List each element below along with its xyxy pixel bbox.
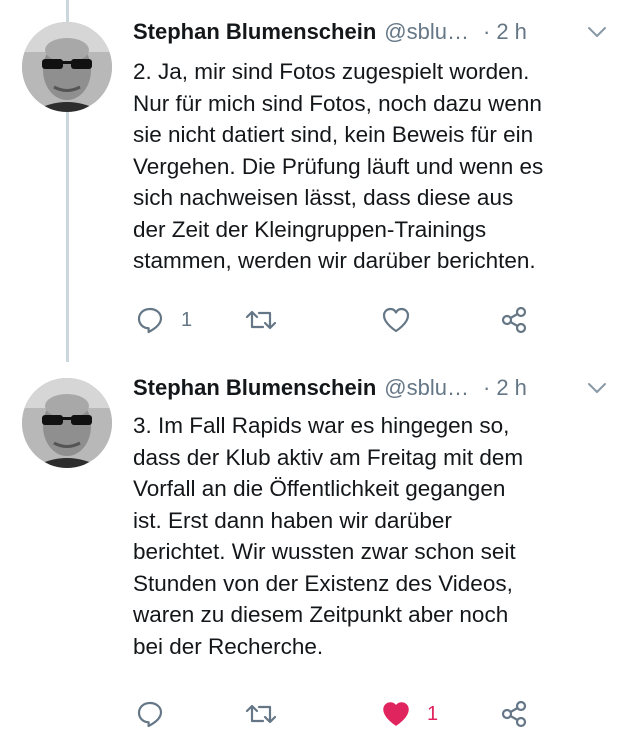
avatar[interactable] — [22, 22, 112, 112]
tweet-text: 3. Im Fall Rapids war es hingegen so, da… — [133, 410, 613, 662]
separator-dot: · — [482, 375, 491, 400]
chevron-down-icon — [588, 383, 606, 393]
reply-button[interactable] — [135, 696, 181, 732]
author-name[interactable]: Stephan Blumenschein — [133, 14, 376, 50]
tweet-text-line: 2. Ja, mir sind Fotos zugespielt worden. — [133, 59, 530, 84]
tweet-text-line: der Zeit der Kleingruppen-Trainings — [133, 216, 487, 242]
tweet-text-line: Nur für mich sind Fotos, noch dazu wenn — [133, 90, 542, 116]
share-button[interactable] — [499, 302, 529, 338]
like-count: 1 — [427, 702, 439, 725]
avatar-photo-icon — [22, 378, 112, 468]
author-handle[interactable]: @sblu… — [384, 370, 469, 406]
like-button[interactable]: 1 — [381, 696, 438, 732]
tweet-text-line: Stunden von der Existenz des Videos, — [133, 570, 513, 596]
author-handle[interactable]: @sblu… — [384, 14, 469, 50]
avatar[interactable] — [22, 378, 112, 468]
retweet-button[interactable] — [245, 302, 293, 338]
tweet-text-line: sie nicht datiert sind, kein Beweis für … — [133, 122, 534, 147]
tweet-actions: 1 — [133, 696, 553, 732]
tweet[interactable]: Stephan Blumenschein @sblu… · 2 h 3. Im … — [0, 362, 627, 750]
tweet-text-line: bei der Recherche. — [133, 633, 324, 659]
tweet-header: Stephan Blumenschein @sblu… · 2 h — [133, 370, 607, 406]
like-button[interactable] — [381, 302, 427, 338]
reply-icon — [137, 307, 163, 334]
more-options-button[interactable] — [579, 382, 607, 394]
tweet-text-line: waren zu diesem Zeitpunkt aber noch — [133, 602, 509, 627]
author-name[interactable]: Stephan Blumenschein — [133, 370, 376, 406]
tweet[interactable]: Stephan Blumenschein @sblu… · 2 h 2. Ja,… — [0, 0, 627, 362]
retweet-button[interactable] — [245, 696, 293, 732]
tweet-text-line: berichtet. Wir wussten zwar schon seit — [133, 539, 516, 564]
tweet-header: Stephan Blumenschein @sblu… · 2 h — [133, 14, 607, 50]
retweet-icon — [245, 310, 277, 330]
tweet-text: 2. Ja, mir sind Fotos zugespielt worden.… — [133, 56, 613, 277]
tweet-text-line: 3. Im Fall Rapids war es hingegen so, — [133, 413, 510, 438]
timestamp[interactable]: 2 h — [496, 370, 527, 406]
heart-filled-icon — [383, 702, 409, 726]
reply-button[interactable]: 1 — [135, 302, 192, 338]
share-button[interactable] — [499, 696, 529, 732]
heart-icon — [382, 307, 410, 333]
tweet-text-line: Vorfall an die Öffentlichkeit gegangen — [133, 476, 506, 501]
chevron-down-icon — [588, 27, 606, 37]
retweet-icon — [245, 704, 277, 724]
tweet-text-line: dass der Klub aktiv am Freitag mit dem — [133, 444, 524, 470]
tweet-actions: 1 — [133, 302, 553, 338]
share-icon — [501, 306, 527, 334]
tweet-text-line: sich nachweisen lässt, dass diese aus — [133, 185, 514, 210]
separator-dot: · — [482, 19, 491, 44]
tweet-text-line: Vergehen. Die Prüfung läuft und wenn es — [133, 153, 544, 179]
share-icon — [501, 700, 527, 728]
avatar-photo-icon — [22, 22, 112, 112]
reply-icon — [137, 701, 163, 728]
more-options-button[interactable] — [579, 26, 607, 38]
tweet-text-line: stammen, werden wir darüber berichten. — [133, 248, 536, 273]
timestamp[interactable]: 2 h — [496, 14, 527, 50]
tweet-text-line: ist. Erst dann haben wir darüber — [133, 507, 452, 533]
reply-count: 1 — [181, 308, 193, 331]
